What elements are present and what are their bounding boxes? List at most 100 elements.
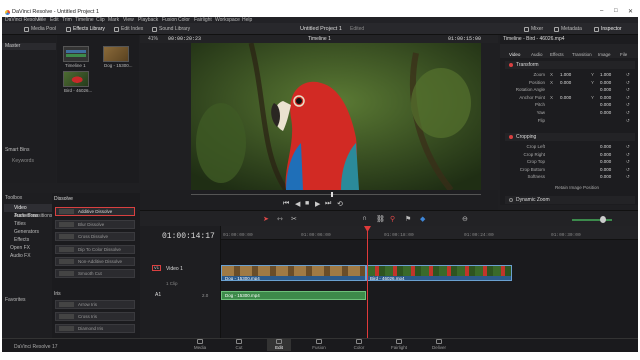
fx-dip-to-color[interactable]: Dip To Color Dissolve [55,245,135,254]
reset-icon[interactable]: ↺ [626,80,630,86]
enable-dot-icon[interactable] [509,198,513,202]
retain-image-position-label[interactable]: Retain Image Position [555,185,599,190]
reset-icon[interactable]: ↺ [626,87,630,93]
dynamic-zoom-section[interactable]: Dynamic Zoom [505,196,635,204]
tab-audio[interactable]: Audio [531,52,543,57]
inspector-value-field[interactable]: 0.000 [600,144,611,149]
inspector-value-field[interactable]: 0.000 [600,167,611,172]
v1-track-id[interactable]: V1 [152,265,161,271]
bin-master[interactable]: Master [2,43,56,50]
reset-icon[interactable]: ↺ [626,152,630,158]
inspector-value-field[interactable]: 0.000 [600,174,611,179]
step-back-icon[interactable]: ◀ [295,200,300,208]
sound-library-button[interactable]: Sound Library [152,25,190,33]
clip-bird-video[interactable]: Bird - 46026.mp4 [366,265,512,281]
clip-dog-video[interactable]: Dog - 15300.mp4 [221,265,366,281]
zoom-out-icon[interactable]: ⊖ [462,215,468,223]
reset-icon[interactable]: ↺ [626,167,630,173]
reset-icon[interactable]: ↺ [626,110,630,116]
linked-selection-icon[interactable]: ⛓ [376,215,385,223]
fx-additive-dissolve[interactable]: Additive Dissolve [55,207,135,216]
inspector-value-field[interactable]: 0.000 [600,102,611,107]
enable-dot-icon[interactable] [509,135,513,139]
page-media[interactable]: Media [188,339,212,351]
timeline-ruler[interactable]: 01:00:00:00 01:00:06:00 01:00:18:00 01:0… [221,226,638,240]
tab-effects[interactable]: Effects [550,52,564,57]
inspector-value-field[interactable]: 0.000 [600,80,611,85]
clip-thumb-bird[interactable] [63,71,89,87]
snapping-icon[interactable]: ∩ [362,215,367,222]
loop-icon[interactable]: ⟲ [337,200,343,208]
transform-section[interactable]: Transform [505,61,635,69]
skip-start-icon[interactable]: ⏮ [283,200,289,208]
clip-dog-audio[interactable]: Dog - 15300.mp4 [221,291,366,300]
scrub-playhead[interactable] [331,192,333,197]
inspector-button[interactable]: Inspector [594,25,622,33]
reset-icon[interactable]: ↺ [626,102,630,108]
close-button[interactable]: ✕ [628,8,633,15]
edit-index-button[interactable]: Edit Index [114,25,143,33]
page-fusion[interactable]: Fusion [307,339,331,351]
inspector-value-field[interactable]: 0.000 [600,95,611,100]
scrub-bar[interactable] [191,194,481,195]
inspector-value-field[interactable]: 0.000 [600,159,611,164]
play-icon[interactable]: ▶ [315,200,320,208]
trim-tool-icon[interactable]: ⇿ [277,215,283,223]
selection-tool-icon[interactable]: ➤ [263,215,269,223]
flag-icon[interactable]: ⚑ [405,215,411,223]
keywords-bin[interactable]: Keywords [12,158,34,164]
fx-diamond-iris[interactable]: Diamond Iris [55,324,135,333]
effects-library-button[interactable]: Effects Library [66,25,105,33]
enable-dot-icon[interactable] [509,63,513,67]
volume-slider-handle[interactable] [600,216,606,223]
stop-icon[interactable]: ■ [305,200,309,207]
inspector-value-field[interactable]: 0.000 [600,87,611,92]
inspector-value-field[interactable]: 1.000 [560,72,571,77]
page-color[interactable]: Color [347,339,371,351]
reset-icon[interactable]: ↺ [626,159,630,165]
fx-blur-dissolve[interactable]: Blur Dissolve [55,220,135,229]
page-cut[interactable]: Cut [227,339,251,351]
inspector-value-field[interactable]: 0.000 [560,80,571,85]
maximize-button[interactable]: □ [614,8,618,14]
a1-track-id[interactable]: A1 [155,292,161,298]
page-deliver[interactable]: Deliver [427,339,451,351]
inspector-value-field[interactable]: 0.000 [560,95,571,100]
position-lock-icon[interactable]: ⚲ [390,215,395,223]
page-edit[interactable]: Edit [267,339,291,351]
minimize-button[interactable]: – [600,8,603,14]
cropping-section[interactable]: Cropping [505,133,635,141]
inspector-value-field[interactable]: 0.000 [600,110,611,115]
reset-icon[interactable]: ↺ [626,144,630,150]
tab-video[interactable]: Video [509,52,520,57]
toolbox-video-transitions[interactable]: Video Transitions [4,204,52,219]
timeline-playhead[interactable] [367,226,368,338]
viewer-zoom[interactable]: 41% [148,36,158,42]
audio-volume-slider[interactable] [572,219,612,221]
reset-icon[interactable]: ↺ [626,174,630,180]
marker-icon[interactable]: ◆ [420,215,425,223]
clip-thumb-timeline[interactable] [63,46,89,62]
source-viewer[interactable] [191,43,481,190]
reset-icon[interactable]: ↺ [626,118,630,124]
fx-arrow-iris[interactable]: Arrow Iris [55,300,135,309]
viewer-timeline-name[interactable]: Timeline 1 [308,36,331,42]
inspector-value-field[interactable]: 1.000 [600,72,611,77]
tab-file[interactable]: File [620,52,627,57]
timeline-tracks[interactable] [221,240,638,338]
skip-end-icon[interactable]: ⏭ [325,200,331,208]
clip-thumb-dog[interactable] [103,46,129,62]
fx-cross-iris[interactable]: Cross Iris [55,312,135,321]
blade-tool-icon[interactable]: ✂ [291,215,297,223]
toolbox-header[interactable]: Toolbox [5,195,22,201]
fx-non-additive-dissolve[interactable]: Non-Additive Dissolve [55,257,135,266]
fx-smooth-cut[interactable]: Smooth Cut [55,269,135,278]
reset-icon[interactable]: ↺ [626,72,630,78]
tab-image[interactable]: Image [598,52,611,57]
fx-cross-dissolve[interactable]: Cross Dissolve [55,232,135,241]
metadata-button[interactable]: Metadata [554,25,582,33]
media-pool-button[interactable]: Media Pool [24,25,56,33]
reset-icon[interactable]: ↺ [626,95,630,101]
v1-track-name[interactable]: Video 1 [166,266,183,272]
tab-transition[interactable]: Transition [572,52,592,57]
